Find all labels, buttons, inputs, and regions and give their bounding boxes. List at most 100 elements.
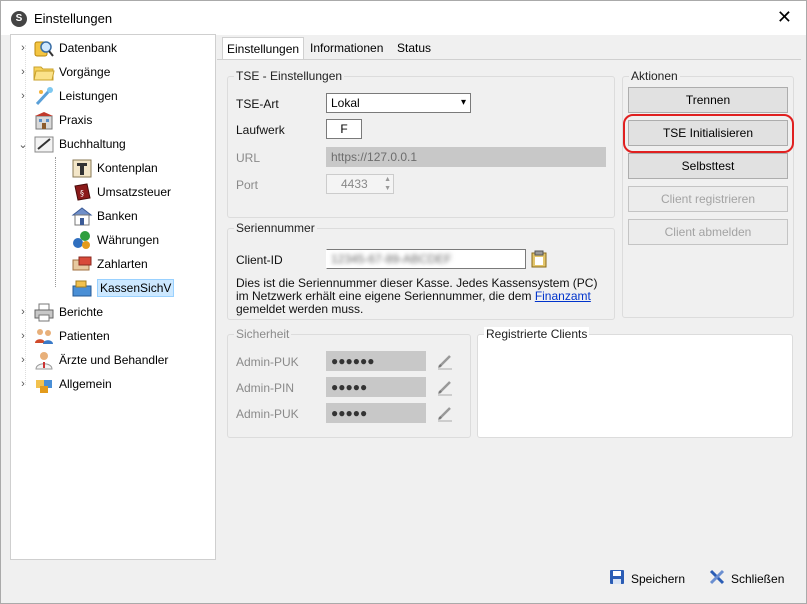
- admin-pin-label: Admin-PIN: [236, 381, 295, 395]
- group-title: TSE - Einstellungen: [234, 69, 345, 83]
- admin-puk-2-label: Admin-PUK: [236, 407, 299, 421]
- admin-pin-input[interactable]: ●●●●●: [326, 377, 426, 397]
- client-id-label: Client-ID: [236, 253, 283, 267]
- client-abmelden-button[interactable]: Client abmelden: [628, 219, 788, 245]
- tree-item-label: Kontenplan: [97, 161, 158, 175]
- group-title: Aktionen: [629, 69, 680, 83]
- svg-text:§: §: [80, 189, 84, 198]
- speichern-button[interactable]: Speichern: [609, 569, 685, 588]
- settings-panel: TSE - Einstellungen TSE-Art Lokal ▾ Lauf…: [217, 59, 801, 559]
- admin-puk-label: Admin-PUK: [236, 355, 299, 369]
- close-window-button[interactable]: ✕: [777, 7, 792, 27]
- admin-puk-input[interactable]: ●●●●●●: [326, 351, 426, 371]
- actions-group: Aktionen Trennen TSE Initialisieren Selb…: [622, 69, 794, 318]
- tree-item-datenbank[interactable]: › Datenbank: [17, 37, 117, 59]
- tse-art-value: Lokal: [331, 96, 360, 110]
- group-title: Registrierte Clients: [484, 327, 590, 341]
- tree-item-label: Zahlarten: [97, 257, 148, 271]
- serial-description: Dies ist die Seriennummer dieser Kasse. …: [236, 277, 606, 316]
- tree-item-label: Umsatzsteuer: [97, 185, 172, 199]
- finanzamt-link[interactable]: Finanzamt: [535, 289, 591, 303]
- edit-pencil-icon[interactable]: [436, 378, 454, 396]
- registered-clients-list[interactable]: [480, 343, 790, 435]
- settings-window: S Einstellungen ✕ › Datenbank › Vorgänge…: [0, 0, 807, 604]
- building-icon: [33, 110, 55, 130]
- doctor-icon: [33, 350, 55, 370]
- tree-item-vorgaenge[interactable]: › Vorgänge: [17, 61, 110, 83]
- highlight-annotation: [623, 114, 794, 153]
- edit-pencil-icon[interactable]: [436, 404, 454, 422]
- title-bar: S Einstellungen ✕: [1, 1, 806, 35]
- chevron-right-icon[interactable]: ›: [17, 354, 29, 366]
- tree-item-praxis[interactable]: Praxis: [29, 109, 92, 131]
- serial-description-text-end: gemeldet werden muss.: [236, 302, 364, 316]
- folder-icon: [33, 62, 55, 82]
- chevron-down-icon: ▾: [460, 97, 466, 108]
- bank-icon: [71, 206, 93, 226]
- app-icon: S: [11, 11, 27, 27]
- tree-connector: [55, 157, 56, 287]
- chevron-right-icon[interactable]: ›: [17, 306, 29, 318]
- client-id-value: 12345-67-89-ABCDEF: [331, 252, 452, 266]
- tree-item-label: Datenbank: [59, 41, 118, 55]
- client-id-input[interactable]: 12345-67-89-ABCDEF: [326, 249, 526, 269]
- chevron-right-icon[interactable]: ›: [17, 378, 29, 390]
- tree-item-label: Buchhaltung: [59, 137, 126, 151]
- tree-item-label: Praxis: [59, 113, 93, 127]
- save-icon: [609, 569, 625, 588]
- tree-item-label: Patienten: [59, 329, 110, 343]
- tab-einstellungen[interactable]: Einstellungen: [222, 37, 305, 60]
- laufwerk-label: Laufwerk: [236, 123, 285, 137]
- ledger-icon: [33, 134, 55, 154]
- tse-art-select[interactable]: Lokal ▾: [326, 93, 471, 113]
- chevron-right-icon[interactable]: ›: [17, 42, 29, 54]
- group-title: Sicherheit: [234, 327, 292, 341]
- port-input[interactable]: 4433 ▲ ▼: [326, 174, 394, 194]
- port-value: 4433: [341, 177, 368, 191]
- tree-item-waehrungen[interactable]: Währungen: [67, 229, 159, 251]
- tree-item-umsatzsteuer[interactable]: § Umsatzsteuer: [67, 181, 171, 203]
- trennen-button[interactable]: Trennen: [628, 87, 788, 113]
- url-input[interactable]: https://127.0.0.1: [326, 147, 606, 167]
- wand-icon: [33, 86, 55, 106]
- tree-item-zahlarten[interactable]: Zahlarten: [67, 253, 148, 275]
- tree-item-aerzte[interactable]: › Ärzte und Behandler: [17, 349, 168, 371]
- tree-item-label: KassenSichV: [97, 279, 175, 297]
- selbsttest-button[interactable]: Selbsttest: [628, 153, 788, 179]
- client-registrieren-button[interactable]: Client registrieren: [628, 186, 788, 212]
- chevron-right-icon[interactable]: ›: [17, 90, 29, 102]
- chevron-right-icon[interactable]: ›: [17, 66, 29, 78]
- tree-item-banken[interactable]: Banken: [67, 205, 138, 227]
- tab-informationen[interactable]: Informationen: [306, 37, 387, 59]
- tree-item-kontenplan[interactable]: Kontenplan: [67, 157, 158, 179]
- tree-item-berichte[interactable]: › Berichte: [17, 301, 103, 323]
- schliessen-button[interactable]: Schließen: [709, 569, 784, 588]
- window-title: Einstellungen: [34, 11, 113, 26]
- printer-icon: [33, 302, 55, 322]
- laufwerk-input[interactable]: F: [326, 119, 362, 139]
- tree-item-leistungen[interactable]: › Leistungen: [17, 85, 118, 107]
- tree-item-kassensichv[interactable]: KassenSichV: [67, 277, 175, 299]
- chevron-right-icon[interactable]: ›: [17, 330, 29, 342]
- tab-status[interactable]: Status: [393, 37, 435, 59]
- clipboard-icon[interactable]: [531, 250, 547, 268]
- tree-item-buchhaltung[interactable]: ⌄ Buchhaltung: [17, 133, 126, 155]
- registered-clients-group: Registrierte Clients: [477, 327, 793, 438]
- tree-item-patienten[interactable]: › Patienten: [17, 325, 110, 347]
- speichern-label: Speichern: [631, 571, 686, 586]
- tree-item-allgemein[interactable]: › Allgemein: [17, 373, 112, 395]
- payment-icon: [71, 254, 93, 274]
- close-icon: [709, 569, 725, 588]
- group-title: Seriennummer: [234, 221, 317, 235]
- admin-puk-2-input[interactable]: ●●●●●: [326, 403, 426, 423]
- book-icon: §: [71, 182, 93, 202]
- patients-icon: [33, 326, 55, 346]
- url-label: URL: [236, 151, 261, 165]
- tree-item-label: Vorgänge: [59, 65, 111, 79]
- port-label: Port: [236, 178, 259, 192]
- tree-item-label: Allgemein: [59, 377, 112, 391]
- edit-pencil-icon[interactable]: [436, 352, 454, 370]
- cash-register-icon: [71, 278, 93, 298]
- chevron-down-icon[interactable]: ⌄: [17, 138, 29, 151]
- spin-arrows-icon[interactable]: ▲ ▼: [384, 175, 391, 193]
